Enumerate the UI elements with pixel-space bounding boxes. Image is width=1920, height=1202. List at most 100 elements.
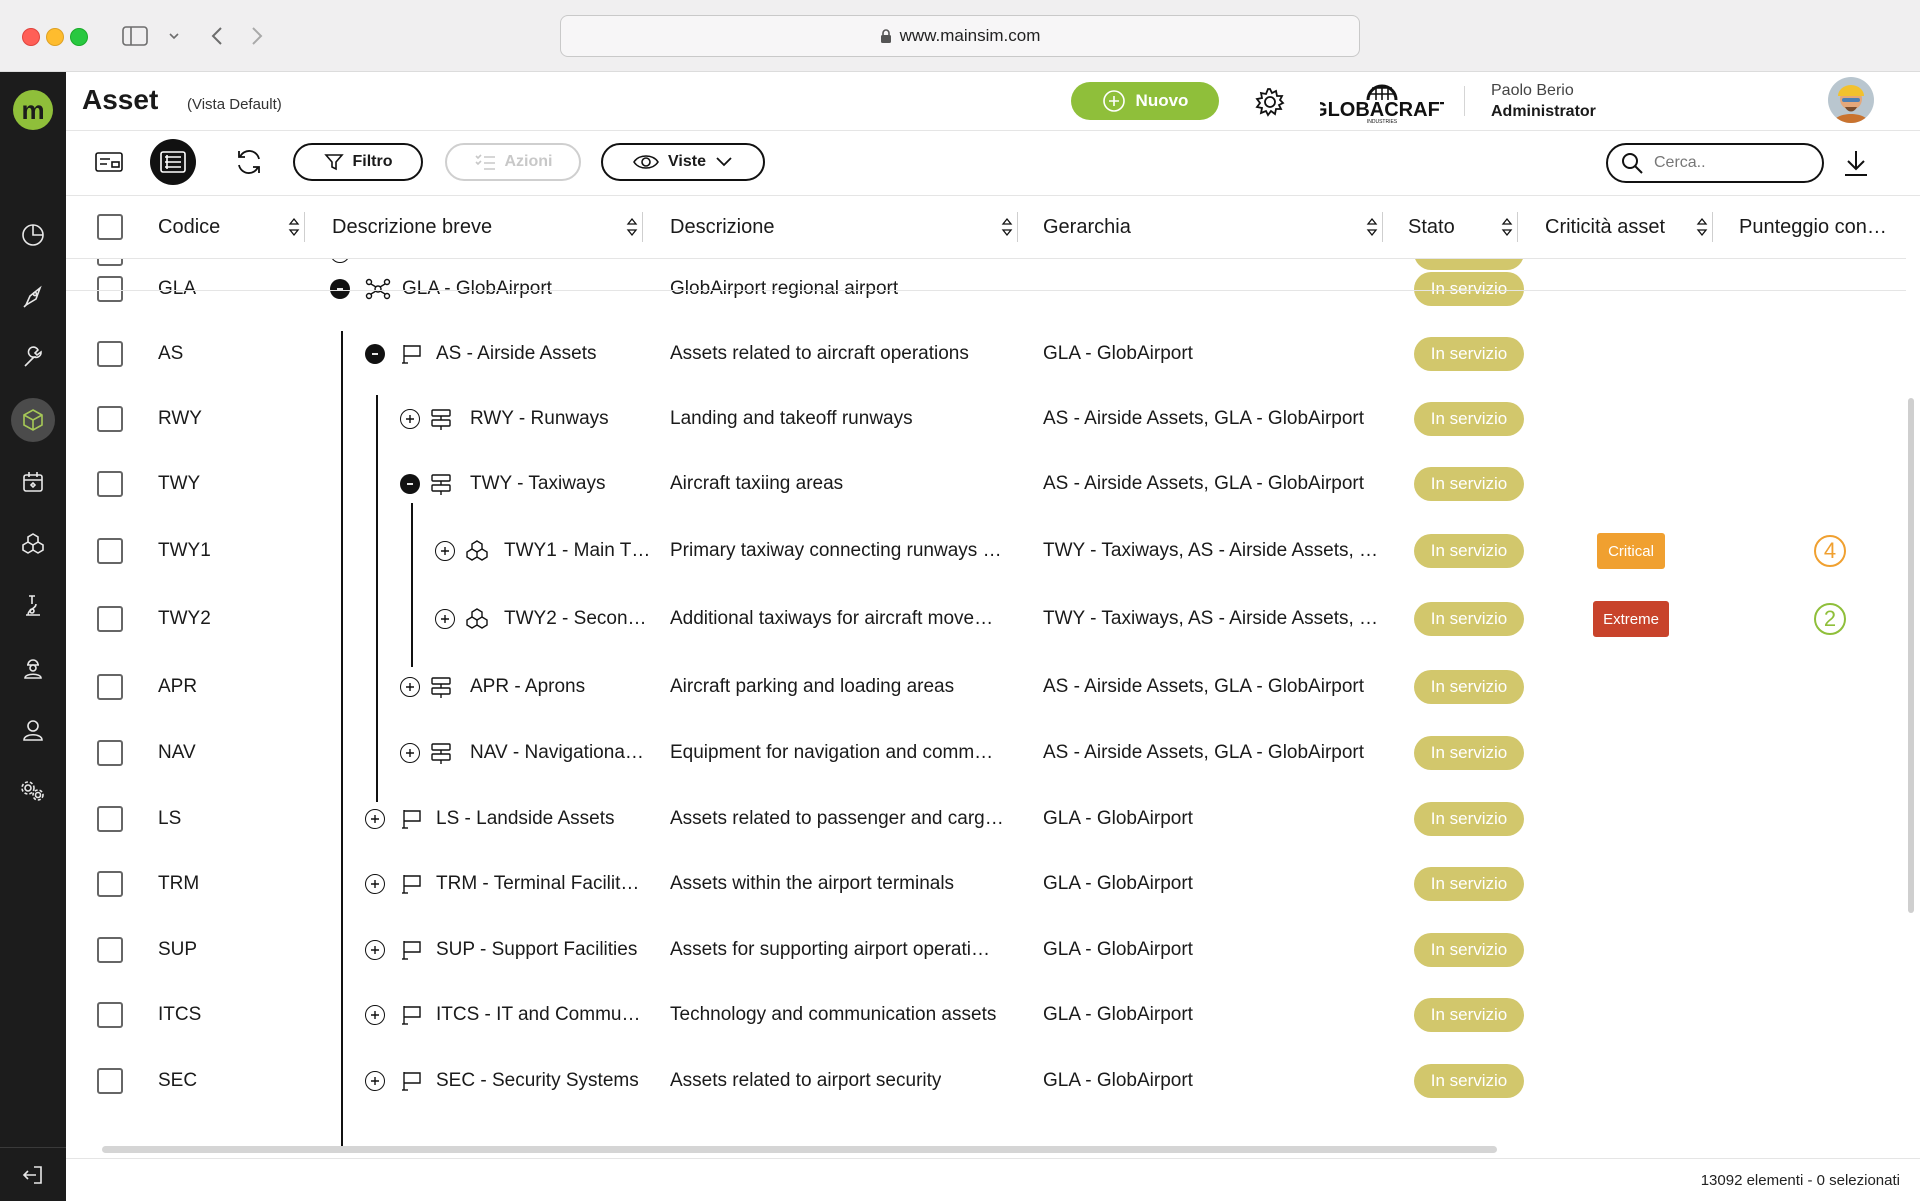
- status-badge: In servizio: [1414, 867, 1524, 901]
- search-input[interactable]: [1652, 153, 1806, 173]
- column-header-asset-criticality[interactable]: Criticità asset: [1545, 196, 1665, 258]
- maximize-window-button[interactable]: [70, 28, 88, 46]
- row-checkbox[interactable]: [97, 871, 123, 897]
- refresh-icon[interactable]: [226, 139, 272, 185]
- table-row[interactable]: SEC SEC - Security Systems Assets related …: [66, 1052, 1906, 1110]
- column-divider[interactable]: [1382, 212, 1383, 242]
- column-header-short-description[interactable]: Descrizione breve: [332, 196, 492, 258]
- row-checkbox[interactable]: [97, 606, 123, 632]
- sort-icon[interactable]: [1001, 196, 1013, 258]
- expand-icon[interactable]: [400, 677, 420, 697]
- asset-cube-icon[interactable]: [11, 398, 55, 442]
- cell-hierarchy: TWY - Taxiways, AS - Airside Assets, …: [1043, 608, 1379, 629]
- expand-icon[interactable]: [435, 541, 455, 561]
- dashboard-icon[interactable]: [11, 213, 55, 257]
- inventory-icon[interactable]: [11, 522, 55, 566]
- calendar-icon[interactable]: [11, 460, 55, 504]
- cell-description: Assets for supporting airport operati…: [670, 939, 990, 960]
- column-header-hierarchy[interactable]: Gerarchia: [1043, 196, 1131, 258]
- row-checkbox[interactable]: [97, 1002, 123, 1028]
- sort-icon[interactable]: [1366, 196, 1378, 258]
- new-button[interactable]: Nuovo: [1071, 82, 1219, 120]
- gear-icon[interactable]: [1252, 84, 1288, 120]
- table-row[interactable]: TRM TRM - Terminal Facilit… Assets within …: [66, 855, 1906, 913]
- cell-description: Assets related to aircraft operations: [670, 343, 969, 364]
- actions-button[interactable]: Azioni: [445, 143, 581, 181]
- view-subtitle: (Vista Default): [187, 96, 282, 113]
- row-checkbox[interactable]: [97, 471, 123, 497]
- minimize-window-button[interactable]: [46, 28, 64, 46]
- address-bar[interactable]: www.mainsim.com: [560, 15, 1360, 57]
- horizontal-scrollbar[interactable]: [102, 1146, 1497, 1153]
- forward-arrow-icon[interactable]: [245, 20, 269, 52]
- sort-icon[interactable]: [1696, 196, 1708, 258]
- rocket-icon[interactable]: [11, 275, 55, 319]
- column-divider[interactable]: [1517, 212, 1518, 242]
- table-row[interactable]: TWY1 TWY1 - Main T… Primary taxiway connec…: [66, 522, 1906, 580]
- expand-icon[interactable]: [400, 743, 420, 763]
- row-checkbox[interactable]: [97, 538, 123, 564]
- expand-icon[interactable]: [365, 1071, 385, 1091]
- row-checkbox[interactable]: [97, 937, 123, 963]
- expand-icon[interactable]: [400, 409, 420, 429]
- table-row[interactable]: RWY RWY - Runways Landing and takeoff runw…: [66, 390, 1906, 448]
- logout-icon[interactable]: [0, 1147, 66, 1202]
- collapse-icon[interactable]: [365, 344, 385, 364]
- column-divider[interactable]: [304, 212, 305, 242]
- lab-icon[interactable]: [11, 584, 55, 628]
- expand-icon[interactable]: [365, 809, 385, 829]
- row-checkbox[interactable]: [97, 1068, 123, 1094]
- column-header-description[interactable]: Descrizione: [670, 196, 774, 258]
- list-view-icon[interactable]: [150, 139, 196, 185]
- row-checkbox[interactable]: [97, 806, 123, 832]
- vertical-scrollbar[interactable]: [1908, 398, 1914, 913]
- views-button[interactable]: Viste: [601, 143, 765, 181]
- table-row[interactable]: AS AS - Airside Assets Assets related to a…: [66, 325, 1906, 383]
- wrench-icon[interactable]: [11, 336, 55, 380]
- column-divider[interactable]: [1712, 212, 1713, 242]
- expand-icon[interactable]: [365, 940, 385, 960]
- table-row[interactable]: LS LS - Landside Assets Assets related to …: [66, 790, 1906, 848]
- download-icon[interactable]: [1838, 145, 1874, 181]
- expand-icon[interactable]: [365, 1005, 385, 1025]
- row-checkbox[interactable]: [97, 341, 123, 367]
- chevron-down-icon[interactable]: [164, 20, 184, 52]
- search-field[interactable]: [1606, 143, 1824, 183]
- cell-hierarchy: AS - Airside Assets, GLA - GlobAirport: [1043, 742, 1365, 763]
- close-window-button[interactable]: [22, 28, 40, 46]
- table-row[interactable]: TWY2 TWY2 - Secon… Additional taxiways for…: [66, 590, 1906, 648]
- column-header-code[interactable]: Codice: [158, 196, 220, 258]
- worker-icon[interactable]: [11, 646, 55, 690]
- table-row[interactable]: NAV NAV - Navigationa… Equipment for navig…: [66, 724, 1906, 782]
- cell-description: Aircraft taxiing areas: [670, 473, 844, 494]
- column-divider[interactable]: [642, 212, 643, 242]
- filter-button[interactable]: Filtro: [293, 143, 423, 181]
- card-view-icon[interactable]: [86, 139, 132, 185]
- user-icon[interactable]: [11, 708, 55, 752]
- mainsim-logo[interactable]: m: [13, 90, 53, 130]
- avatar[interactable]: [1828, 77, 1874, 123]
- cell-description: Landing and takeoff runways: [670, 408, 913, 429]
- sort-icon[interactable]: [626, 196, 638, 258]
- row-checkbox[interactable]: [97, 740, 123, 766]
- row-checkbox[interactable]: [97, 406, 123, 432]
- sort-icon[interactable]: [1501, 196, 1513, 258]
- settings-icon[interactable]: [11, 769, 55, 813]
- expand-icon[interactable]: [365, 874, 385, 894]
- column-divider[interactable]: [1017, 212, 1018, 242]
- cell-description: Technology and communication assets: [670, 1004, 997, 1025]
- sidebar-toggle-icon[interactable]: [120, 20, 150, 52]
- column-header-score[interactable]: Punteggio con…: [1739, 196, 1887, 258]
- table-row[interactable]: APR APR - Aprons Aircraft parking and load…: [66, 658, 1906, 716]
- expand-icon[interactable]: [435, 609, 455, 629]
- back-arrow-icon[interactable]: [205, 20, 229, 52]
- filter-icon: [323, 154, 344, 171]
- table-row[interactable]: TWY TWY - Taxiways Aircraft taxiing areas A…: [66, 455, 1906, 513]
- row-checkbox[interactable]: [97, 674, 123, 700]
- select-all-checkbox[interactable]: [97, 196, 123, 258]
- sort-icon[interactable]: [288, 196, 300, 258]
- column-header-status[interactable]: Stato: [1408, 196, 1455, 258]
- table-row[interactable]: ITCS ITCS - IT and Commu… Technology and c…: [66, 986, 1906, 1044]
- table-row[interactable]: SUP SUP - Support Facilities Assets for su…: [66, 921, 1906, 979]
- collapse-icon[interactable]: [400, 474, 420, 494]
